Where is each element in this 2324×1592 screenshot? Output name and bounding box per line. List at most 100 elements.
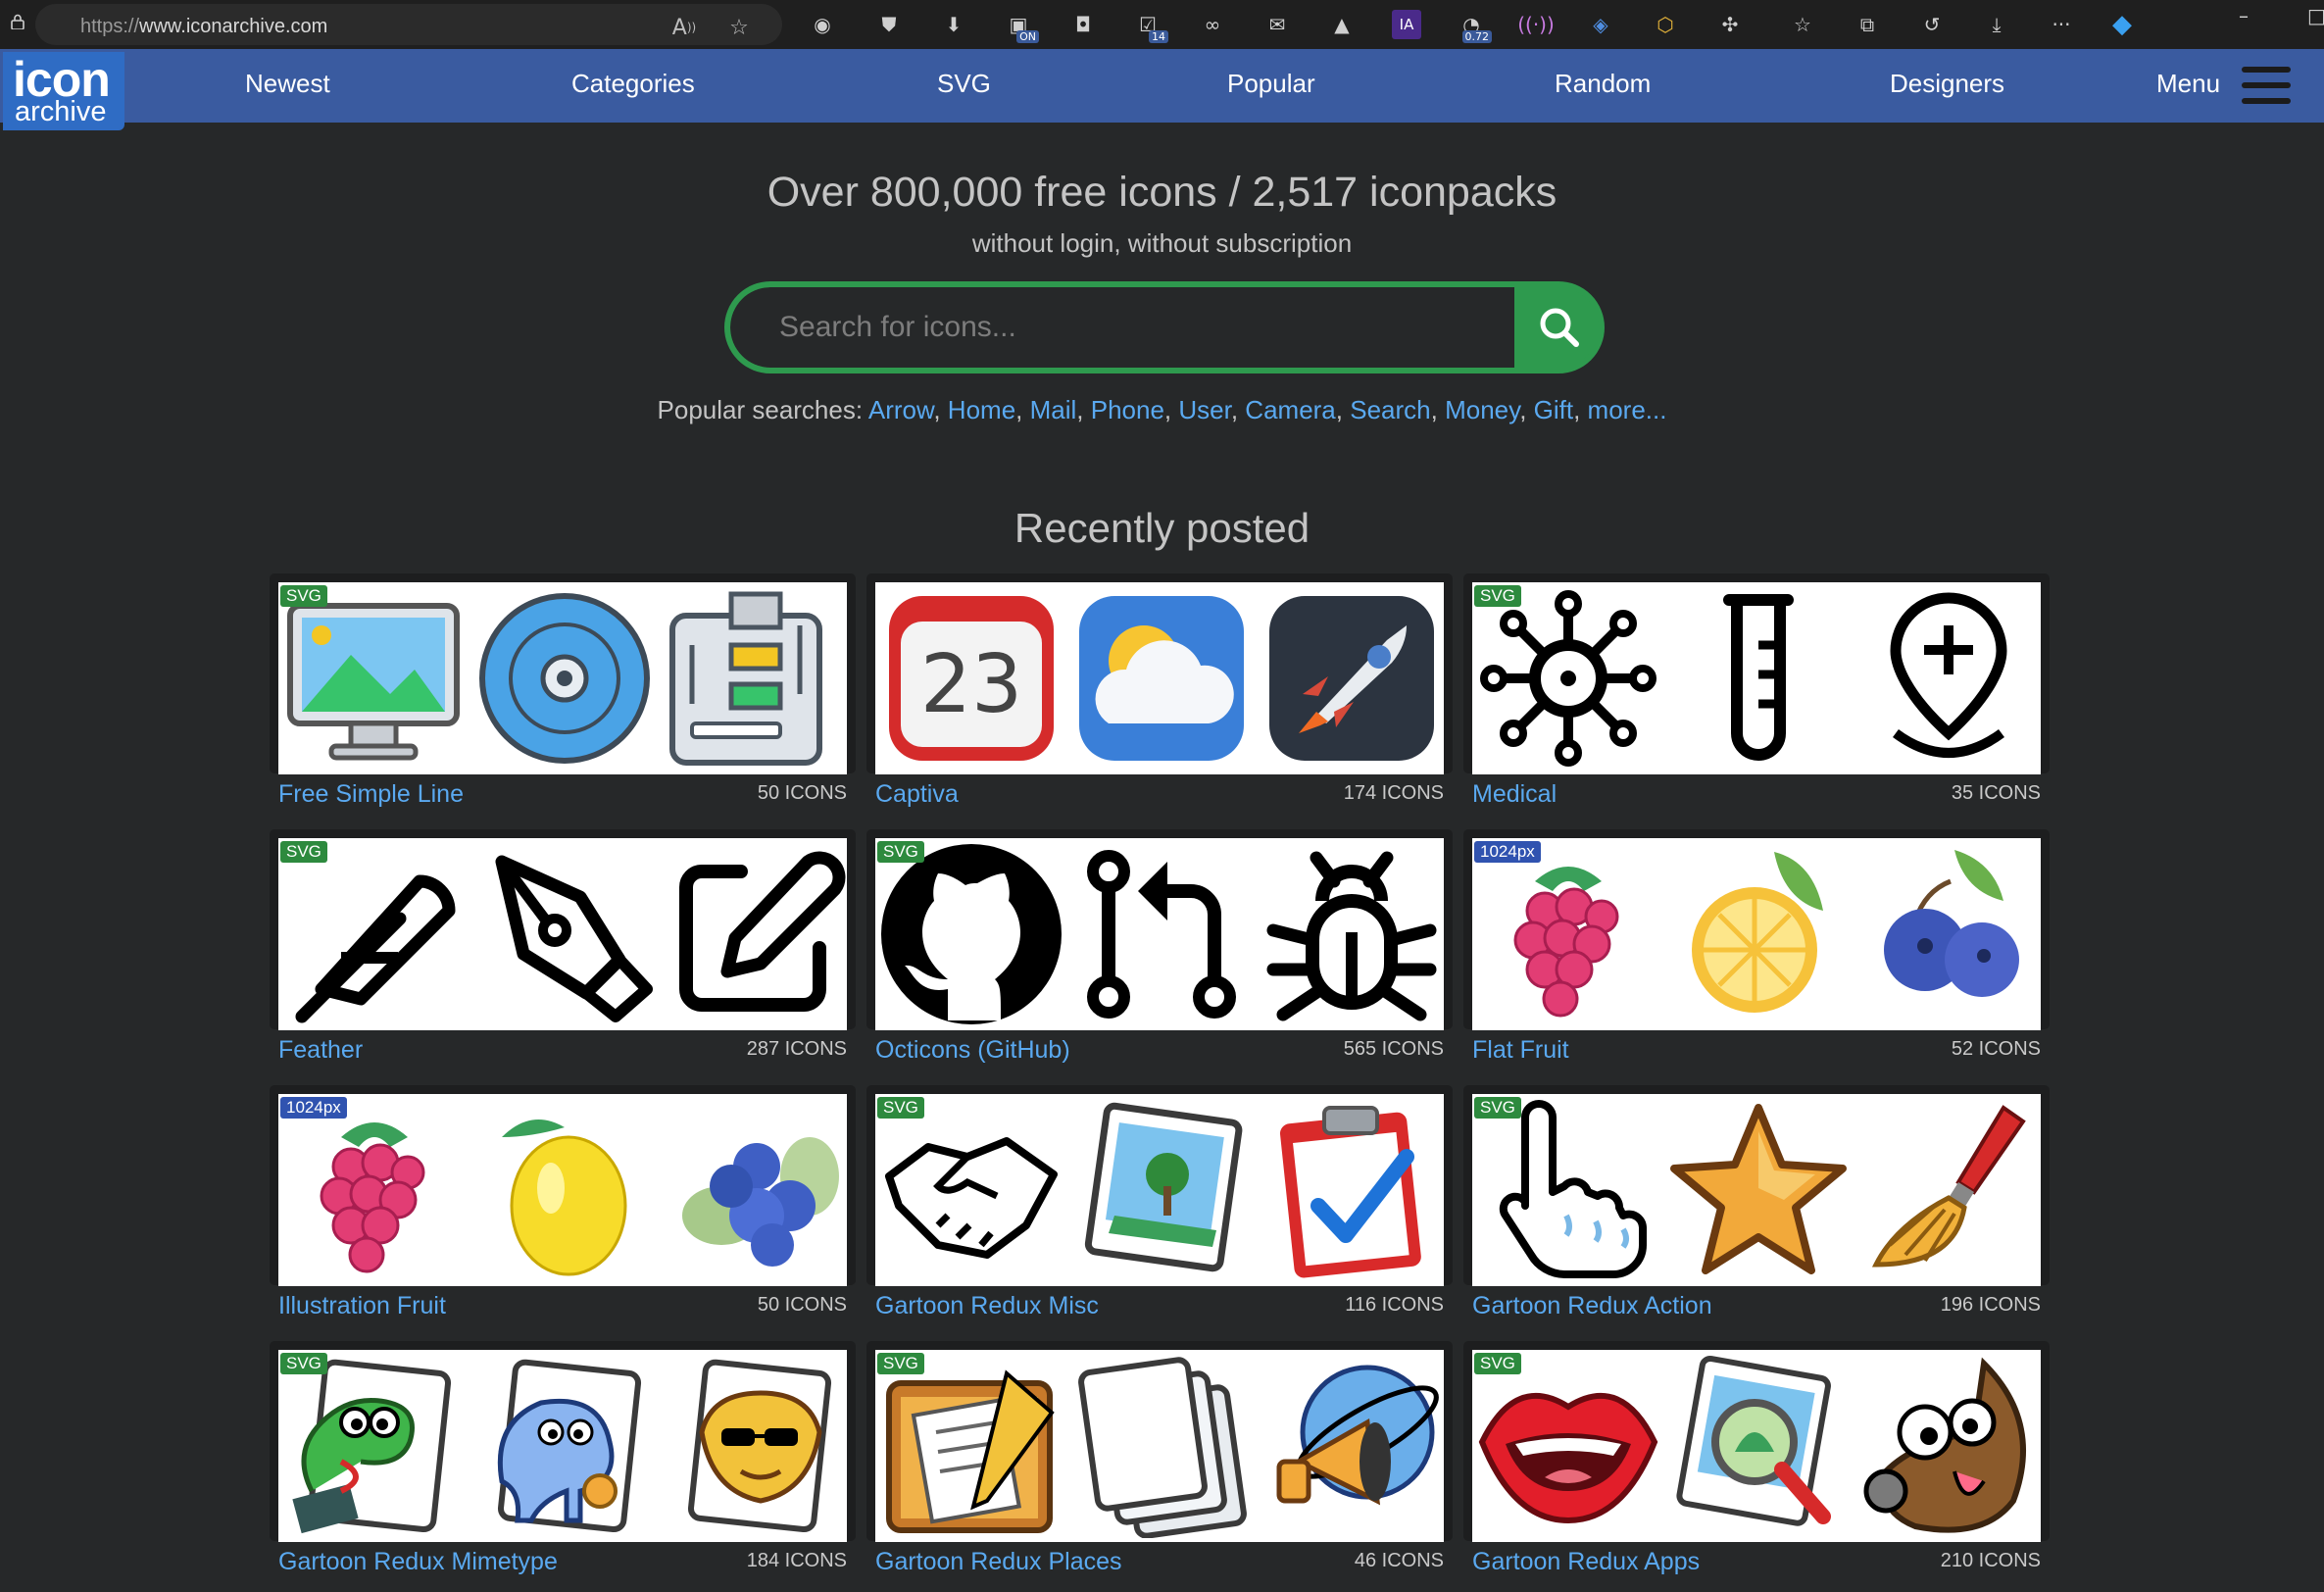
extension-reader-icon[interactable]: ◘ [1068,10,1098,39]
popular-link-camera[interactable]: Camera [1245,395,1335,424]
iconpack-preview[interactable]: SVG [278,582,847,774]
iconpack-name-link[interactable]: Captiva [875,780,959,809]
iconpack-name-link[interactable]: Gartoon Redux Apps [1472,1548,1700,1576]
iconpack-card[interactable]: 1024px Illustration Fruit 50 ICONS [270,1085,856,1336]
iconpack-card[interactable]: 23 Captiva 174 ICONS [866,573,1453,824]
popular-link-arrow[interactable]: Arrow [868,395,933,424]
nav-popular[interactable]: Popular [1227,69,1315,99]
iconpack-name-link[interactable]: Gartoon Redux Action [1472,1292,1712,1320]
iconpack-preview[interactable]: SVG [1472,1350,2041,1542]
iconpack-count: 184 ICONS [746,1550,847,1571]
extension-infinity-icon[interactable]: ∞ [1198,10,1227,39]
popular-link-user[interactable]: User [1178,395,1230,424]
iconpack-preview[interactable]: 1024px [1472,838,2041,1030]
iconpack-count: 174 ICONS [1343,782,1444,804]
hamburger-menu-icon[interactable] [2242,67,2291,104]
iconpack-preview[interactable]: SVG [875,1094,1444,1286]
edit-icon [663,842,847,1026]
iconpack-card[interactable]: SVG Gartoon Redux Places 46 ICONS [866,1341,1453,1592]
iconpack-preview[interactable]: 1024px [278,1094,847,1286]
popular-link-search[interactable]: Search [1350,395,1430,424]
collections-icon[interactable]: ⧉ [1853,10,1882,39]
iconpack-card[interactable]: SVG Feather 287 ICONS [270,829,856,1080]
workflow-icon [663,586,847,771]
popular-link-gift[interactable]: Gift [1534,395,1573,424]
iconpack-card[interactable]: SVG Octicons (GitHub) 565 ICONS [866,829,1453,1080]
iconpack-preview[interactable]: SVG [875,838,1444,1030]
extension-on-icon[interactable]: ▣ ON [1004,10,1039,43]
search-input[interactable] [730,287,1514,368]
search-button[interactable] [1520,291,1599,364]
iconpack-card[interactable]: 1024px Flat Fruit 52 ICONS [1463,829,2050,1080]
url-text[interactable]: https://www.iconarchive.com [80,16,327,38]
extension-meter-icon[interactable]: ◔ 0.72 [1457,10,1492,43]
format-badge: SVG [877,1097,924,1119]
popular-link-more[interactable]: more... [1588,395,1667,424]
read-aloud-icon[interactable]: A)) [670,14,698,41]
iconpack-preview[interactable]: 23 [875,582,1444,774]
lock-icon[interactable] [10,14,25,29]
iconpack-card[interactable]: SVG Free Simple Line 50 ICONS [270,573,856,824]
nav-svg[interactable]: SVG [937,69,991,99]
format-badge: 1024px [280,1097,347,1119]
iconpack-count: 210 ICONS [1940,1550,2041,1571]
perl-file-icon [663,1354,847,1538]
more-options-icon[interactable]: ··· [2047,10,2076,39]
favorites-icon[interactable]: ☆ [1788,10,1817,39]
iconpack-name-link[interactable]: Gartoon Redux Misc [875,1292,1099,1320]
iconpack-name-link[interactable]: Illustration Fruit [278,1292,446,1320]
popular-link-mail[interactable]: Mail [1030,395,1077,424]
iconpack-name-link[interactable]: Feather [278,1036,363,1065]
gimp-icon [1856,1354,2041,1538]
extension-shield-icon[interactable]: ⛊ [874,10,904,39]
menu-button[interactable]: Menu [2156,69,2220,99]
iconpack-name-link[interactable]: Gartoon Redux Mimetype [278,1548,558,1576]
nav-newest[interactable]: Newest [245,69,330,99]
iconpack-name-link[interactable]: Flat Fruit [1472,1036,1569,1065]
nav-categories[interactable]: Categories [571,69,695,99]
iconpack-name-link[interactable]: Free Simple Line [278,780,464,809]
iconpack-preview[interactable]: SVG [278,1350,847,1542]
site-logo[interactable]: icon archive [3,52,124,130]
downloads-icon[interactable]: ⤓ [1982,10,2011,39]
extension-glasses-icon[interactable]: ◉ [808,10,837,39]
minimize-icon[interactable]: – [2239,4,2249,27]
extension-hexagon-icon[interactable]: ⬡ [1651,10,1680,39]
extension-translate-icon[interactable]: ◈ [1586,10,1615,39]
popular-link-money[interactable]: Money [1445,395,1519,424]
extension-mail-icon[interactable]: ✉ [1262,10,1292,39]
iconpack-name-link[interactable]: Medical [1472,780,1557,809]
iconpack-card[interactable]: SVG Gartoon Redux Apps 210 ICONS [1463,1341,2050,1592]
nav-random[interactable]: Random [1555,69,1651,99]
recently-posted-title: Recently posted [1014,505,1310,551]
iconpack-preview[interactable]: SVG [1472,582,2041,774]
restore-icon[interactable]: □ [2307,4,2324,27]
extensions-puzzle-icon[interactable]: ✣ [1715,10,1745,39]
location-medical-icon [1856,586,2041,771]
iconpack-card[interactable]: SVG Medical 35 ICONS [1463,573,2050,824]
copilot-icon[interactable]: ◆ [2107,10,2137,39]
iconpack-count: 46 ICONS [1354,1550,1444,1571]
iconpack-card[interactable]: SVG Gartoon Redux Action 196 ICONS [1463,1085,2050,1336]
nav-designers[interactable]: Designers [1890,69,2004,99]
extension-ia-icon[interactable]: IA [1392,10,1421,39]
iconpack-preview[interactable]: SVG [278,838,847,1030]
iconpack-preview[interactable]: SVG [875,1350,1444,1542]
popular-link-home[interactable]: Home [948,395,1015,424]
monitor-landscape-icon [282,586,467,771]
iconpack-name-link[interactable]: Octicons (GitHub) [875,1036,1070,1065]
extension-download-icon[interactable]: ⬇ [939,10,968,39]
iconpack-count: 565 ICONS [1343,1038,1444,1060]
extension-check-icon[interactable]: ☑ 14 [1133,10,1168,43]
extension-mountain-icon[interactable]: ▲ [1327,10,1357,39]
iconpack-preview[interactable]: SVG [1472,1094,2041,1286]
extension-broadcast-icon[interactable]: ((·)) [1517,10,1555,39]
history-icon[interactable]: ↺ [1917,10,1947,39]
iconpack-card[interactable]: SVG Gartoon Redux Mimetype 184 ICONS [270,1341,856,1592]
iconpack-name-link[interactable]: Gartoon Redux Places [875,1548,1122,1576]
iconpack-card[interactable]: SVG Gartoon Redux Misc 116 ICONS [866,1085,1453,1336]
popular-link-phone[interactable]: Phone [1091,395,1164,424]
favorite-star-icon[interactable]: ☆ [725,14,753,41]
address-bar[interactable]: https://www.iconarchive.com A)) ☆ [35,4,782,45]
hero-title: Over 800,000 free icons / 2,517 iconpack… [766,169,1558,216]
